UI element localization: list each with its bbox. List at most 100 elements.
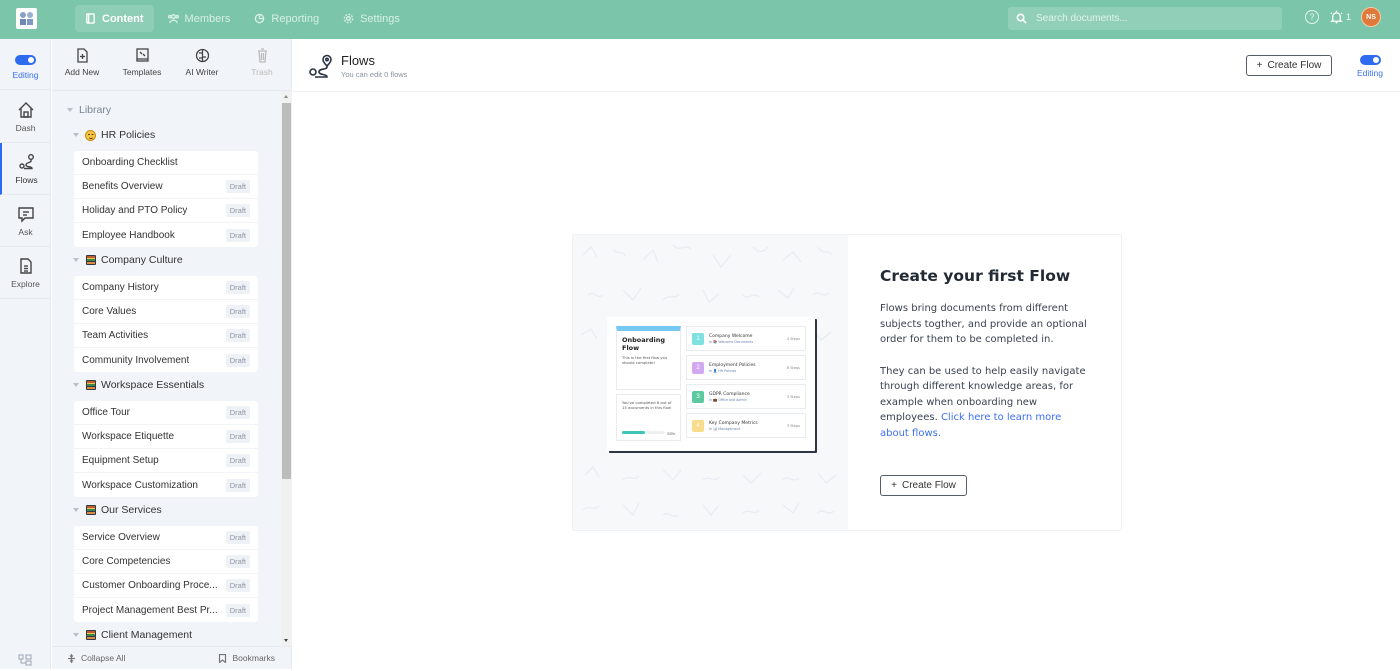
doc-title: Employee Handbook <box>82 229 175 241</box>
button-label: Create Flow <box>1267 60 1322 71</box>
chart-pie-icon <box>255 13 265 24</box>
book-icon <box>86 13 95 24</box>
group-company-culture[interactable]: Company Culture <box>73 254 183 266</box>
doc-item[interactable]: Onboarding Checklist <box>74 151 258 175</box>
mock-steps: 1 Company Welcome In 📚 Welcome Documents … <box>686 326 806 442</box>
doc-title: Customer Onboarding Proce... <box>82 580 218 591</box>
scroll-up-arrow[interactable] <box>284 95 288 98</box>
create-flow-button-secondary[interactable]: + Create Flow <box>880 475 967 496</box>
doc-item[interactable]: Benefits Overview Draft <box>74 175 258 199</box>
create-flow-button[interactable]: + Create Flow <box>1246 55 1332 76</box>
group-hr-policies[interactable]: HR Policies <box>73 129 155 141</box>
nav-members[interactable]: Members <box>158 5 241 32</box>
draft-badge: Draft <box>225 305 250 318</box>
collapse-all-button[interactable]: Collapse All <box>67 653 125 663</box>
group-workspace-essentials[interactable]: Workspace Essentials <box>73 379 204 391</box>
mock-progress-label: 53% <box>667 432 675 436</box>
books-icon <box>85 505 96 515</box>
step-subject: In 💼 Office and Admin <box>709 397 747 402</box>
doc-item[interactable]: Core Competencies Draft <box>74 550 258 574</box>
sidebar-toolbar: Add New Templates AI Writer Trash <box>52 39 292 91</box>
search-input[interactable] <box>1036 13 1266 24</box>
editing-toggle[interactable]: Editing <box>0 39 51 90</box>
group-client-management[interactable]: Client Management <box>73 629 192 641</box>
top-right-actions: ? 1 NS <box>1305 7 1382 27</box>
flow-preview-mock: Onboarding Flow This is the first flow y… <box>607 317 815 451</box>
library-header[interactable]: Library <box>67 104 111 116</box>
content-sidebar: Add New Templates AI Writer Trash Librar… <box>52 39 292 669</box>
doc-item[interactable]: Project Management Best Pr... Draft <box>74 598 258 622</box>
doc-item[interactable]: Core Values Draft <box>74 300 258 324</box>
toggle-switch[interactable] <box>1359 55 1381 65</box>
sidebar-footer: Collapse All Bookmarks <box>52 646 292 669</box>
avatar[interactable]: NS <box>1361 7 1382 27</box>
flow-illustration: Onboarding Flow This is the first flow y… <box>573 235 848 530</box>
mock-flow-card: Onboarding Flow This is the first flow y… <box>616 326 681 390</box>
add-new-button[interactable]: Add New <box>52 39 112 90</box>
step-count: 3 Steps <box>786 423 800 428</box>
trash-button[interactable]: Trash <box>232 39 292 90</box>
nav-settings[interactable]: Settings <box>333 5 410 32</box>
scroll-down-arrow[interactable] <box>284 639 288 642</box>
step-count: 8 Steps <box>786 365 800 370</box>
left-rail: Editing Dash Flows Ask Explore <box>0 39 51 669</box>
doc-item[interactable]: Community Involvement Draft <box>74 348 258 372</box>
step-subject: In 👤 HR Policies <box>709 368 737 373</box>
mock-progress-card: You've completed 8 out of 15 documents i… <box>616 394 681 441</box>
empty-state-card: Onboarding Flow This is the first flow y… <box>572 234 1122 531</box>
smiley-icon <box>85 129 96 141</box>
doc-item[interactable]: Workspace Etiquette Draft <box>74 425 258 449</box>
group-our-services[interactable]: Our Services <box>73 504 162 516</box>
mock-step: 1 Company Welcome In 📚 Welcome Documents … <box>686 326 806 351</box>
step-title: GDPR Compliance <box>709 391 750 397</box>
nav-reporting[interactable]: Reporting <box>244 5 329 32</box>
step-count: 4 Steps <box>786 336 800 341</box>
bell-icon <box>1330 9 1343 23</box>
doc-list: Service Overview Draft Core Competencies D… <box>74 526 258 622</box>
doc-item[interactable]: Customer Onboarding Proce... Draft <box>74 574 258 598</box>
doc-item[interactable]: Equipment Setup Draft <box>74 449 258 473</box>
sidebar-scrollbar[interactable] <box>281 91 292 646</box>
doc-item[interactable]: Holiday and PTO Policy Draft <box>74 199 258 223</box>
ai-writer-button[interactable]: AI Writer <box>172 39 232 90</box>
empty-state-description-2: They can be used to help easily navigate… <box>880 364 1090 442</box>
step-number: 4 <box>692 419 704 432</box>
notifications-button[interactable]: 1 <box>1329 9 1351 25</box>
doc-item[interactable]: Team Activities Draft <box>74 324 258 348</box>
toggle-switch[interactable] <box>15 55 36 65</box>
draft-badge: Draft <box>225 204 250 217</box>
templates-button[interactable]: Templates <box>112 39 172 90</box>
rail-item-flows[interactable]: Flows <box>0 143 51 195</box>
doc-title: Workspace Customization <box>82 479 198 491</box>
bookmarks-button[interactable]: Bookmarks <box>218 653 275 663</box>
help-icon[interactable]: ? <box>1305 10 1319 24</box>
doc-item[interactable]: Company History Draft <box>74 276 258 300</box>
nav-content[interactable]: Content <box>75 5 154 32</box>
doc-item[interactable]: Service Overview Draft <box>74 526 258 550</box>
doc-item[interactable]: Office Tour Draft <box>74 401 258 425</box>
editing-toggle[interactable]: Editing <box>1357 55 1383 78</box>
top-bar: Content Members Reporting Settings ? 1 N… <box>0 0 1400 39</box>
rail-item-ask[interactable]: Ask <box>0 195 51 247</box>
doc-item[interactable]: Workspace Customization Draft <box>74 473 258 497</box>
books-icon <box>85 630 96 640</box>
books-icon <box>85 255 96 265</box>
users-icon <box>167 14 179 24</box>
rail-item-dash[interactable]: Dash <box>0 91 51 143</box>
draft-badge: Draft <box>225 281 250 294</box>
scroll-thumb[interactable] <box>282 103 291 479</box>
draft-badge: Draft <box>225 531 250 544</box>
button-label: Create Flow <box>901 480 956 491</box>
empty-state-text: Create your first Flow Flows bring docum… <box>880 267 1090 441</box>
mock-flow-desc: This is the first flow you should comple… <box>622 355 668 365</box>
doc-title: Workspace Etiquette <box>82 431 175 442</box>
search-box[interactable] <box>1008 7 1282 30</box>
rail-item-explore[interactable]: Explore <box>0 247 51 299</box>
draft-badge: Draft <box>225 353 250 367</box>
page-header: Flows You can edit 0 flows + Create Flow … <box>293 39 1400 92</box>
doc-item[interactable]: Employee Handbook Draft <box>74 223 258 247</box>
sitemap-icon[interactable] <box>18 653 32 666</box>
caret-down-icon <box>73 258 79 262</box>
empty-state-description: Flows bring documents from different sub… <box>880 303 1087 345</box>
app-logo[interactable] <box>16 8 37 29</box>
